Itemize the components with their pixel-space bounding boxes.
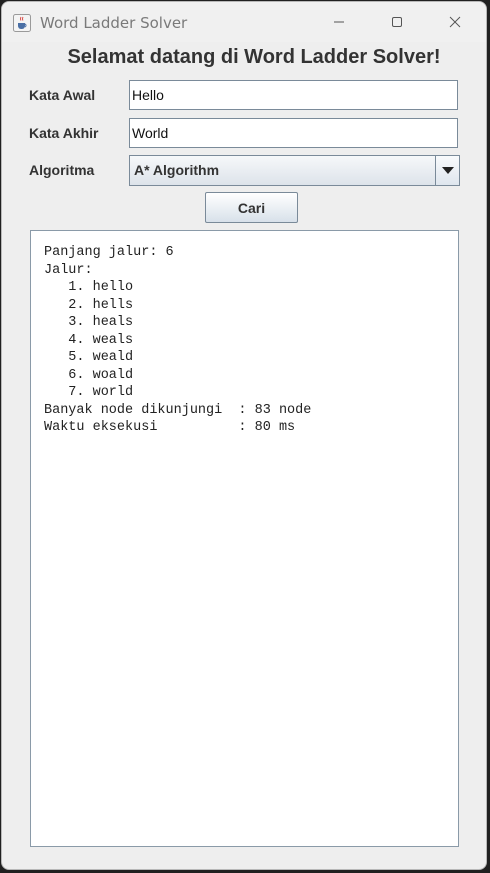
java-cup-icon bbox=[13, 14, 31, 32]
start-word-label: Kata Awal bbox=[29, 87, 96, 103]
minimize-icon bbox=[334, 21, 344, 23]
search-button[interactable]: Cari bbox=[205, 192, 298, 223]
algorithm-label: Algoritma bbox=[29, 162, 95, 178]
end-word-input[interactable] bbox=[129, 118, 458, 148]
start-word-input[interactable] bbox=[129, 80, 458, 110]
end-word-label: Kata Akhir bbox=[29, 125, 99, 141]
dropdown-arrow-button[interactable] bbox=[435, 156, 459, 185]
welcome-heading: Selamat datang di Word Ladder Solver! bbox=[67, 46, 441, 68]
result-text: Panjang jalur: 6 Jalur: 1. hello 2. hell… bbox=[44, 245, 312, 435]
window-title: Word Ladder Solver bbox=[40, 14, 188, 32]
chevron-down-icon bbox=[441, 166, 454, 174]
algorithm-selected-value: A* Algorithm bbox=[134, 162, 220, 178]
maximize-button[interactable] bbox=[374, 2, 420, 42]
app-window: Word Ladder Solver Selamat datang di Wor… bbox=[1, 1, 487, 870]
minimize-button[interactable] bbox=[316, 2, 362, 42]
title-bar[interactable]: Word Ladder Solver bbox=[2, 2, 486, 42]
maximize-icon bbox=[392, 17, 402, 27]
close-icon bbox=[449, 16, 461, 28]
algorithm-select[interactable]: A* Algorithm bbox=[129, 155, 460, 186]
result-text-area[interactable]: Panjang jalur: 6 Jalur: 1. hello 2. hell… bbox=[30, 230, 459, 847]
close-button[interactable] bbox=[432, 2, 478, 42]
